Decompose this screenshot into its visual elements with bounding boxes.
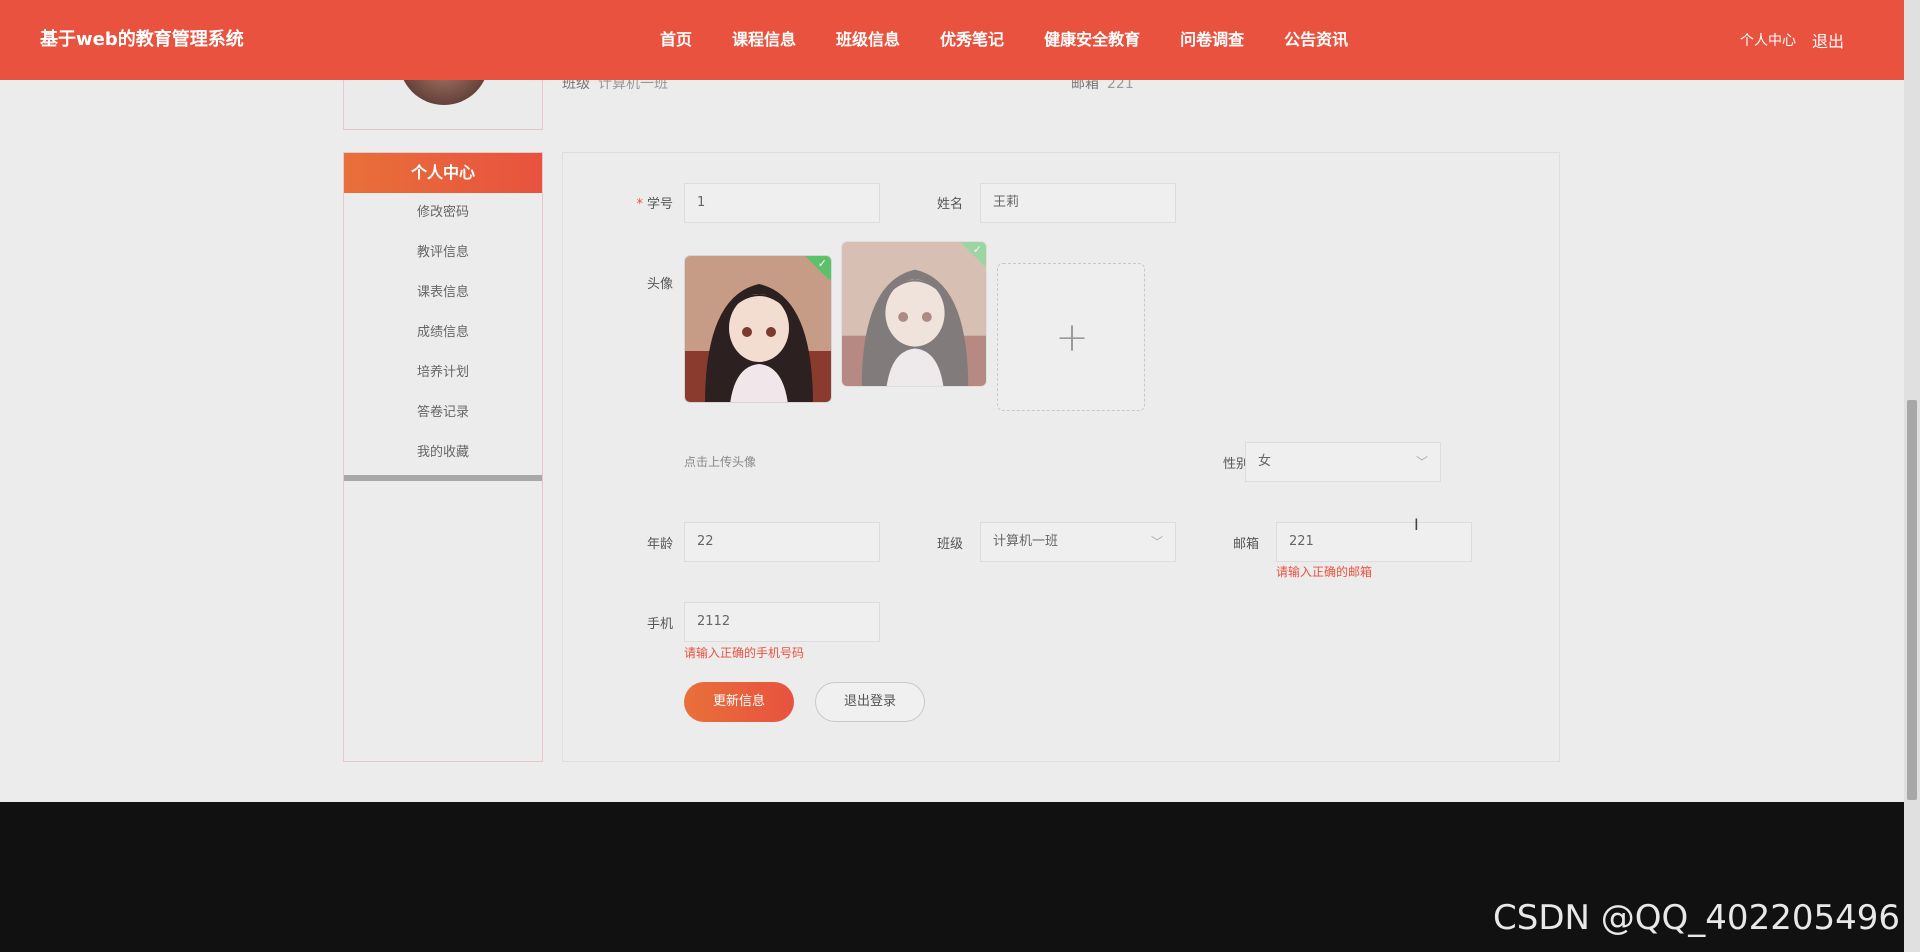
chevron-down-icon: ﹀ [1415,455,1428,469]
name-label: 姓名 [936,197,963,212]
avatar-image [842,242,986,386]
main-nav: 首页 课程信息 班级信息 优秀笔记 健康安全教育 问卷调查 公告资讯 [640,0,1368,80]
watermark: CSDN @QQ_402205496 [1493,898,1900,938]
phone-input[interactable]: 2112 [684,602,880,642]
email-label: 邮箱 [1232,537,1259,552]
plus-icon: + [1055,315,1089,361]
page-scrollbar-thumb[interactable] [1907,400,1917,800]
nav-item-survey[interactable]: 问卷调查 [1160,0,1264,80]
sidebar-item-favorites[interactable]: 我的收藏 [344,433,542,473]
phone-label: 手机 [646,617,673,632]
top-navbar: 基于web的教育管理系统 首页 课程信息 班级信息 优秀笔记 健康安全教育 问卷… [0,0,1904,80]
class-select[interactable]: 计算机一班 ﹀ [980,522,1176,562]
logout-button[interactable]: 退出登录 [815,682,925,722]
footer: CSDN @QQ_402205496 [0,802,1904,952]
name-input[interactable]: 王莉 [980,183,1176,223]
text-cursor-icon: I [1414,515,1419,534]
update-info-button[interactable]: 更新信息 [684,682,794,722]
nav-item-classes[interactable]: 班级信息 [816,0,920,80]
nav-item-notes[interactable]: 优秀笔记 [920,0,1024,80]
sidebar-item-schedule[interactable]: 课表信息 [344,273,542,313]
sidebar-item-training-plan[interactable]: 培养计划 [344,353,542,393]
class-label: 班级 [936,537,963,552]
avatar-thumbnail-2[interactable]: ✓ [841,241,987,387]
email-input[interactable]: 221 [1276,522,1472,562]
phone-error-message: 请输入正确的手机号码 [684,646,805,660]
sidebar-item-answer-records[interactable]: 答卷记录 [344,393,542,433]
age-input[interactable]: 22 [684,522,880,562]
nav-item-home[interactable]: 首页 [640,0,712,80]
check-icon: ✓ [972,243,982,256]
personal-center-link[interactable]: 个人中心 [1740,30,1796,50]
sidebar-item-teaching-evaluation[interactable]: 教评信息 [344,233,542,273]
sidebar-item-change-password[interactable]: 修改密码 [344,193,542,233]
gender-select[interactable]: 女 ﹀ [1245,442,1441,482]
nav-item-announcements[interactable]: 公告资讯 [1264,0,1368,80]
avatar-label: 头像 [646,277,673,292]
sidebar-title: 个人中心 [344,153,542,193]
upload-hint: 点击上传头像 [684,455,757,469]
gender-label: 性别 [1222,457,1249,472]
sidebar-item-grades[interactable]: 成绩信息 [344,313,542,353]
site-brand[interactable]: 基于web的教育管理系统 [40,0,244,80]
required-marker: * [636,197,643,212]
nav-item-health-education[interactable]: 健康安全教育 [1024,0,1160,80]
chevron-down-icon: ﹀ [1150,535,1163,549]
email-error-message: 请输入正确的邮箱 [1276,565,1373,579]
profile-form: * 学号 1 姓名 王莉 头像 ✓ ✓ + 点击上传头像 性别 女 ﹀ 年龄 2… [562,152,1560,762]
student-id-label: * 学号 [636,197,673,212]
user-links: 个人中心 退出 [1740,0,1844,80]
sidebar-scrollbar[interactable] [344,475,542,481]
avatar-upload-button[interactable]: + [997,263,1145,411]
age-label: 年龄 [646,537,673,552]
logout-link[interactable]: 退出 [1812,28,1844,52]
nav-item-courses[interactable]: 课程信息 [712,0,816,80]
sidebar: 个人中心 修改密码 教评信息 课表信息 成绩信息 培养计划 答卷记录 我的收藏 [343,152,543,762]
avatar-thumbnail-1[interactable]: ✓ [684,255,832,403]
check-icon: ✓ [817,257,827,270]
avatar-image [685,256,831,402]
student-id-input[interactable]: 1 [684,183,880,223]
